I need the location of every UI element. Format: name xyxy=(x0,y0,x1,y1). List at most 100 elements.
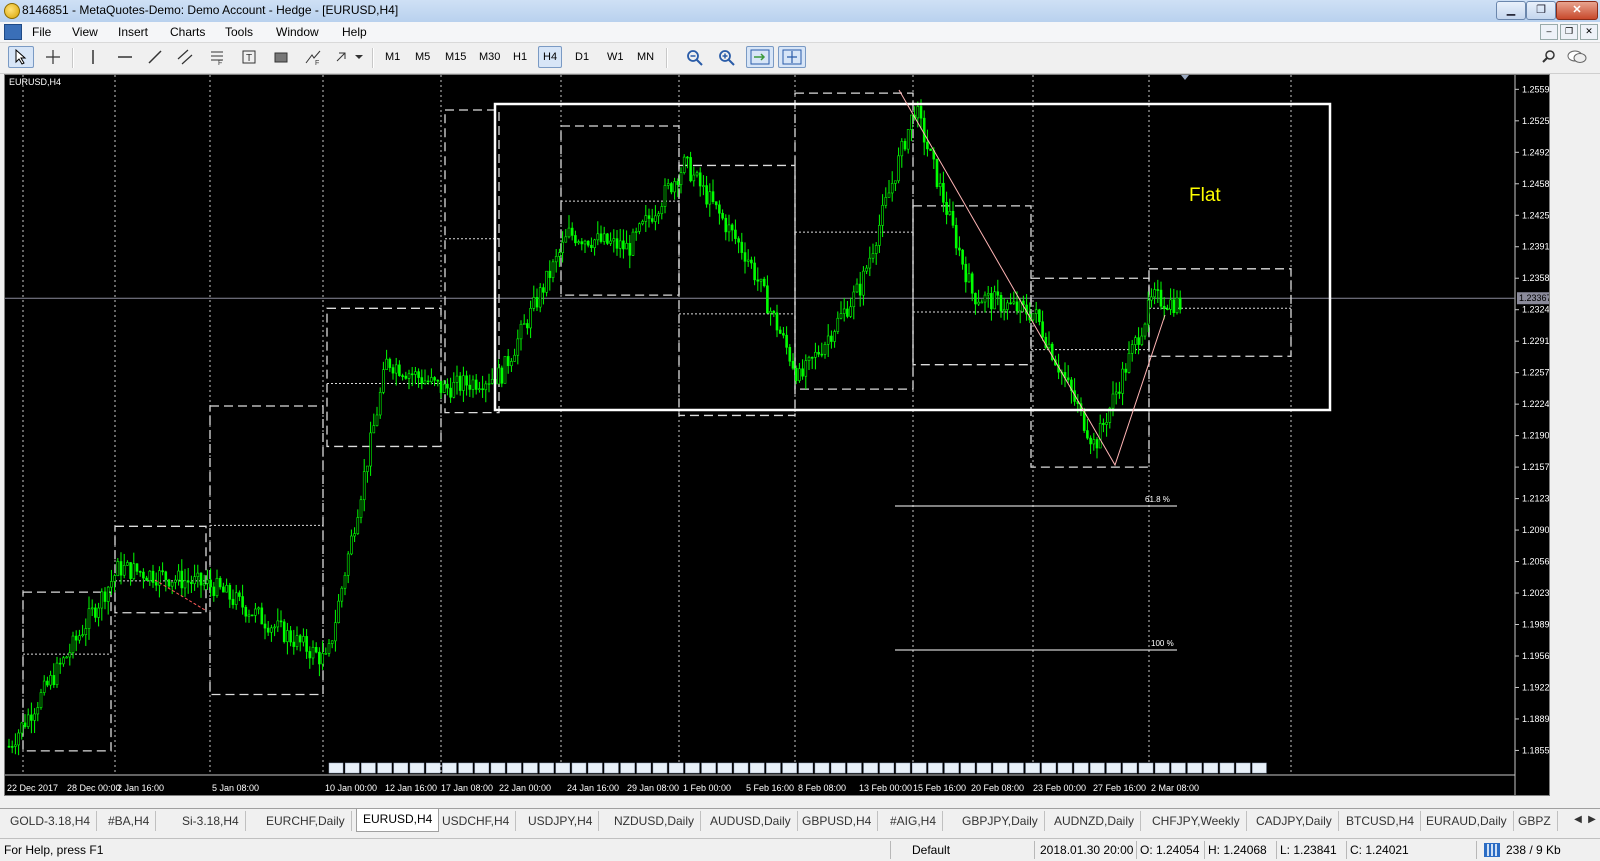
candle-body xyxy=(794,367,798,381)
price-tick-label: 1.22575 xyxy=(1522,368,1549,378)
minimize-button[interactable]: ▁ xyxy=(1496,1,1526,20)
autoscroll-icon[interactable] xyxy=(778,46,806,68)
close-button[interactable]: ✕ xyxy=(1556,1,1598,20)
price-chart[interactable]: 1.25590 1.25255 1.24920 1.24585 1.24250 1.239… xyxy=(5,75,1549,795)
symbol-tab[interactable]: AUDNZD,Daily xyxy=(1048,811,1142,831)
candle xyxy=(513,348,516,362)
candle-body xyxy=(868,257,872,269)
candle xyxy=(414,366,417,385)
symbol-tab[interactable]: GBPJPY,Daily xyxy=(956,811,1045,831)
candle-body xyxy=(398,364,401,376)
candle-body xyxy=(650,218,654,222)
menu-insert[interactable]: Insert xyxy=(118,25,148,39)
crosshair-icon[interactable] xyxy=(40,46,66,68)
symbol-tab[interactable]: Si-3.18,H4 xyxy=(176,811,246,831)
mdi-close-button[interactable]: ✕ xyxy=(1580,24,1598,40)
zoom-out-icon[interactable] xyxy=(682,46,708,68)
mdi-minimize-button[interactable]: – xyxy=(1540,24,1558,40)
symbol-tab[interactable]: #AIG,H4 xyxy=(884,811,944,831)
chart-window[interactable]: 1.25590 1.25255 1.24920 1.24585 1.24250 1.239… xyxy=(4,74,1550,796)
timeframe-mn[interactable]: MN xyxy=(632,46,659,68)
status-datetime: 2018.01.30 20:00 xyxy=(1040,843,1134,857)
candle xyxy=(420,369,424,390)
symbol-tab[interactable]: CHFJPY,Weekly xyxy=(1146,811,1247,831)
restore-button[interactable]: ❐ xyxy=(1526,1,1556,20)
candle-body xyxy=(740,241,744,253)
candle-body xyxy=(410,373,414,376)
candle-body xyxy=(721,212,724,219)
equidistant-channel-icon[interactable] xyxy=(172,46,198,68)
timeframe-h4[interactable]: H4 xyxy=(538,46,563,68)
time-marker xyxy=(879,762,895,774)
symbol-tab[interactable]: #BA,H4 xyxy=(102,811,157,831)
timeframe-m1[interactable]: M1 xyxy=(380,46,405,68)
tabs-scroll-left-icon[interactable]: ◀ xyxy=(1572,812,1584,828)
vertical-line-icon[interactable] xyxy=(80,46,106,68)
tabs-scroll-right-icon[interactable]: ▶ xyxy=(1586,812,1598,828)
symbol-tab[interactable]: GBPZ xyxy=(1512,811,1558,831)
chat-icon[interactable] xyxy=(1564,46,1590,68)
symbol-tab[interactable]: GOLD-3.18,H4 xyxy=(4,811,98,831)
candle-body xyxy=(673,181,676,193)
menu-file[interactable]: File xyxy=(32,25,51,39)
daily-range-box xyxy=(678,164,796,417)
candle xyxy=(17,729,20,756)
arrows-icon[interactable] xyxy=(332,46,366,68)
candle xyxy=(826,324,830,358)
time-tick-label: 20 Feb 08:00 xyxy=(971,783,1024,793)
symbol-tab[interactable]: USDJPY,H4 xyxy=(522,811,600,831)
status-low: L: 1.23841 xyxy=(1280,843,1337,857)
mdi-restore-button[interactable]: ❐ xyxy=(1560,24,1578,40)
candle-body xyxy=(727,224,731,233)
symbol-tab[interactable]: USDCHF,H4 xyxy=(436,811,517,831)
symbol-tab[interactable]: GBPUSD,H4 xyxy=(796,811,879,831)
timeframe-m30[interactable]: M30 xyxy=(474,46,505,68)
fibonacci-icon[interactable]: F xyxy=(204,46,230,68)
menu-help[interactable]: Help xyxy=(342,25,367,39)
symbol-tab[interactable]: CADJPY,Daily xyxy=(1250,811,1339,831)
symbol-tab[interactable]: EURUSD,H4 xyxy=(356,809,440,832)
timeframe-m15[interactable]: M15 xyxy=(440,46,471,68)
timeframe-h1[interactable]: H1 xyxy=(508,46,532,68)
candle xyxy=(929,148,932,151)
timeframe-w1[interactable]: W1 xyxy=(602,46,629,68)
rectangle-icon[interactable]: F xyxy=(300,46,326,68)
candle-body xyxy=(423,380,427,384)
timeframe-m5[interactable]: M5 xyxy=(410,46,435,68)
time-marker xyxy=(992,762,1008,774)
timeframe-d1[interactable]: D1 xyxy=(570,46,594,68)
chart-window-icon[interactable] xyxy=(4,24,22,40)
chart-shift-icon[interactable] xyxy=(746,46,774,68)
menu-charts[interactable]: Charts xyxy=(170,25,205,39)
candle-body xyxy=(890,183,894,194)
time-marker xyxy=(1219,762,1235,774)
candle-body xyxy=(327,643,331,654)
search-icon[interactable] xyxy=(1538,46,1560,68)
candle xyxy=(161,562,164,576)
trendline-icon[interactable] xyxy=(142,46,168,68)
candle-body xyxy=(1086,430,1089,439)
symbol-tab[interactable]: EURAUD,Daily xyxy=(1420,811,1514,831)
symbol-tab[interactable]: NZDUSD,Daily xyxy=(608,811,702,831)
menu-window[interactable]: Window xyxy=(276,25,319,39)
candle-body xyxy=(474,379,478,390)
text-label-icon[interactable] xyxy=(268,46,294,68)
symbol-tab[interactable]: BTCUSD,H4 xyxy=(1340,811,1422,831)
candle xyxy=(394,357,398,386)
menu-view[interactable]: View xyxy=(72,25,98,39)
candle-body xyxy=(596,233,600,241)
cursor-icon[interactable] xyxy=(8,46,34,68)
zoom-in-icon[interactable] xyxy=(714,46,740,68)
horizontal-line-icon[interactable] xyxy=(112,46,138,68)
candle-body xyxy=(206,579,209,584)
text-icon[interactable]: T xyxy=(236,46,262,68)
candle xyxy=(983,291,987,313)
symbol-tab[interactable]: EURCHF,Daily xyxy=(260,811,352,831)
candle xyxy=(606,232,609,246)
menu-tools[interactable]: Tools xyxy=(225,25,253,39)
status-profile[interactable]: Default xyxy=(912,843,950,857)
candle xyxy=(871,243,875,263)
candle-body xyxy=(478,388,481,391)
symbol-tab[interactable]: AUDUSD,Daily xyxy=(704,811,798,831)
candle-body xyxy=(468,384,472,390)
